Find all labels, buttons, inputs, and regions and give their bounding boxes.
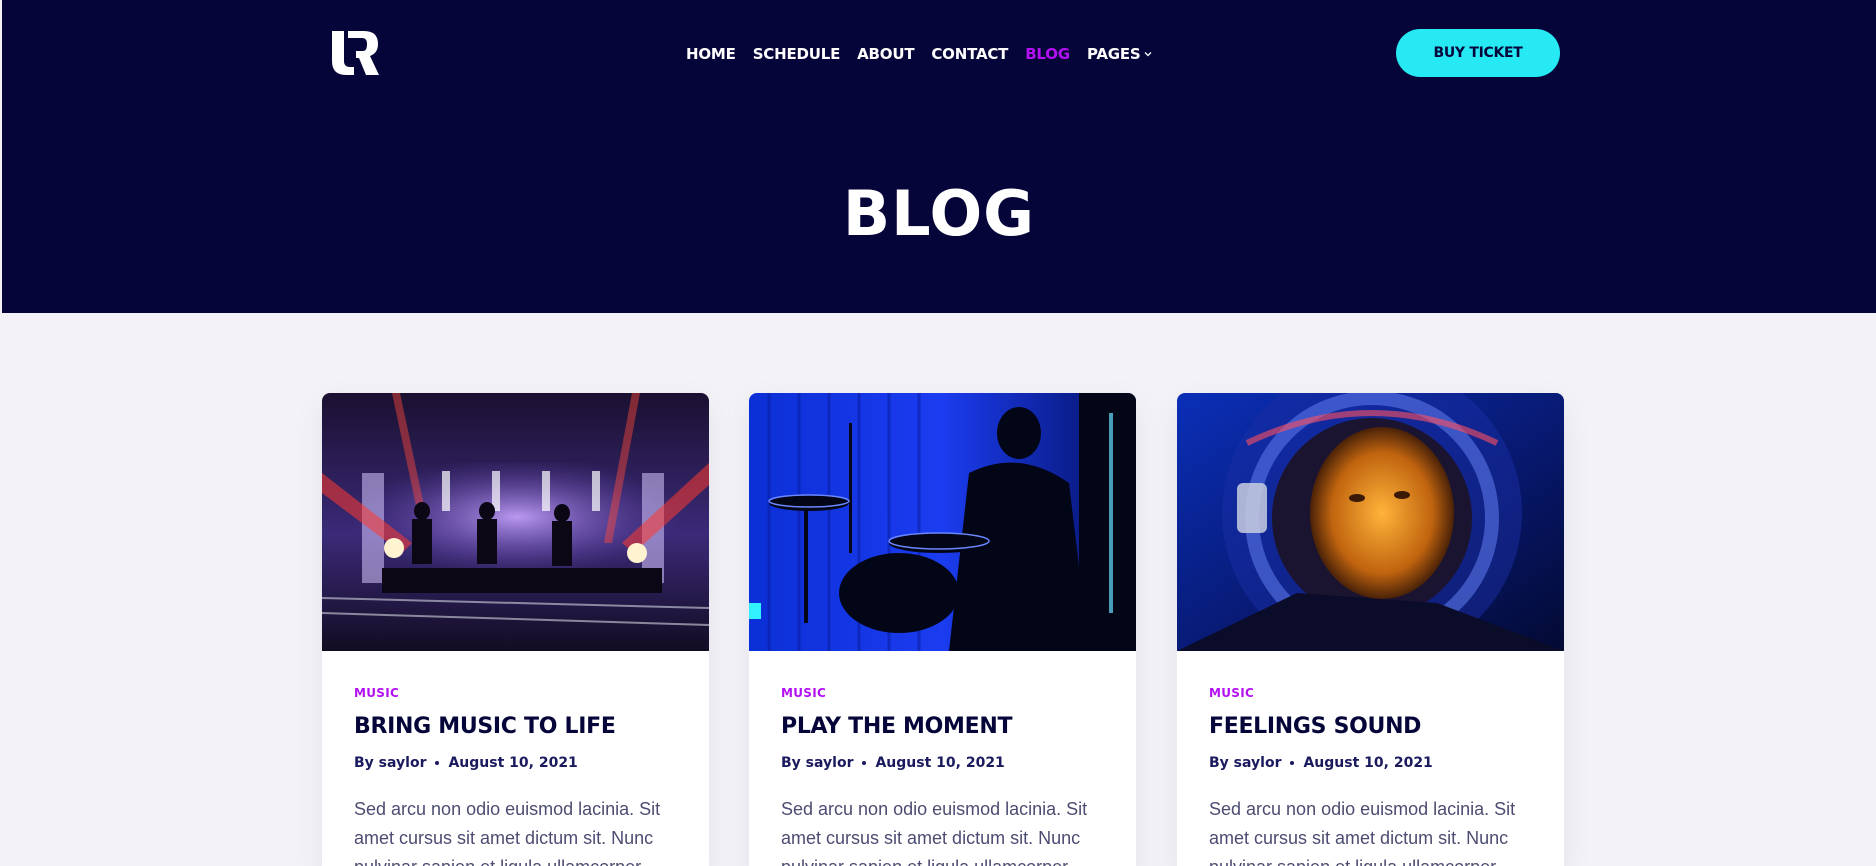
post-category[interactable]: MUSIC — [781, 685, 1111, 701]
site-header: HOME SCHEDULE ABOUT CONTACT BLOG PAGES B… — [2, 0, 1876, 313]
card-body: MUSIC FEELINGS SOUND By saylor August 10… — [1209, 685, 1539, 866]
post-meta: By saylor August 10, 2021 — [354, 753, 684, 773]
concert-stage-photo[interactable] — [322, 393, 709, 651]
post-meta: By saylor August 10, 2021 — [1209, 753, 1539, 773]
post-date: August 10, 2021 — [1303, 755, 1433, 771]
post-title[interactable]: BRING MUSIC TO LIFE — [354, 713, 684, 741]
nav-schedule[interactable]: SCHEDULE — [753, 45, 841, 63]
card-body: MUSIC PLAY THE MOMENT By saylor August 1… — [781, 685, 1111, 866]
post-category[interactable]: MUSIC — [354, 685, 684, 701]
post-title[interactable]: PLAY THE MOMENT — [781, 713, 1111, 741]
buy-ticket-button[interactable]: BUY TICKET — [1396, 29, 1560, 77]
post-date: August 10, 2021 — [875, 755, 1005, 771]
post-excerpt: Sed arcu non odio euismod lacinia. Sit a… — [1209, 799, 1516, 866]
card-body: MUSIC BRING MUSIC TO LIFE By saylor Augu… — [354, 685, 684, 866]
blog-card: MUSIC FEELINGS SOUND By saylor August 10… — [1177, 393, 1564, 866]
meta-separator — [435, 761, 440, 765]
post-excerpt: Sed arcu non odio euismod lacinia. Sit a… — [781, 799, 1088, 866]
brand-logo-icon[interactable] — [330, 29, 380, 77]
post-category[interactable]: MUSIC — [1209, 685, 1539, 701]
meta-separator — [862, 761, 867, 765]
blog-card: MUSIC PLAY THE MOMENT By saylor August 1… — [749, 393, 1136, 866]
blog-card: MUSIC BRING MUSIC TO LIFE By saylor Augu… — [322, 393, 709, 866]
nav-contact[interactable]: CONTACT — [931, 45, 1008, 63]
post-author[interactable]: By saylor — [354, 753, 426, 773]
nav-blog[interactable]: BLOG — [1025, 45, 1070, 63]
nav-pages-label: PAGES — [1086, 45, 1141, 63]
meta-separator — [1290, 761, 1295, 765]
page-title: BLOG — [842, 177, 1036, 250]
drummer-photo[interactable] — [749, 393, 1136, 651]
post-excerpt: Sed arcu non odio euismod lacinia. Sit a… — [354, 799, 661, 866]
page: HOME SCHEDULE ABOUT CONTACT BLOG PAGES B… — [0, 0, 1876, 866]
nav-home[interactable]: HOME — [686, 45, 736, 63]
post-title[interactable]: FEELINGS SOUND — [1209, 713, 1539, 741]
main-nav: HOME SCHEDULE ABOUT CONTACT BLOG PAGES — [686, 43, 1152, 65]
post-author[interactable]: By saylor — [1209, 753, 1281, 773]
astronaut-helmet-photo[interactable] — [1177, 393, 1564, 651]
nav-pages[interactable]: PAGES — [1087, 45, 1152, 63]
chevron-down-icon — [1144, 52, 1151, 57]
post-author[interactable]: By saylor — [781, 753, 853, 773]
post-meta: By saylor August 10, 2021 — [781, 753, 1111, 773]
post-date: August 10, 2021 — [448, 755, 578, 771]
nav-about[interactable]: ABOUT — [857, 45, 914, 63]
